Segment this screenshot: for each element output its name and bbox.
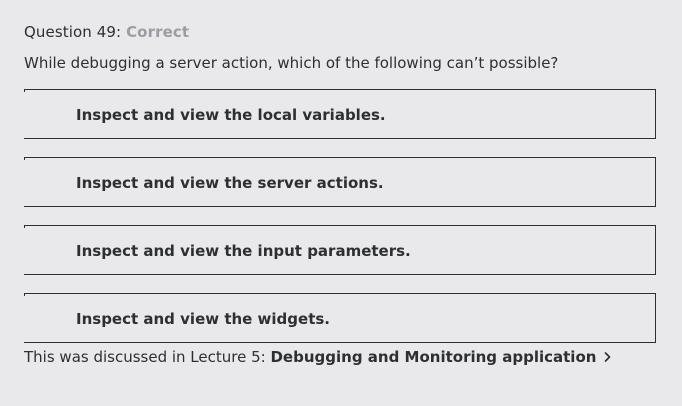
answer-option-label: Inspect and view the local variables. [76,106,386,124]
question-number: Question 49: [24,23,122,41]
answer-status: Correct [126,23,190,41]
chevron-right-icon [604,347,611,367]
answer-option-1[interactable]: Inspect and view the local variables. [23,89,656,139]
lecture-reference-prefix: This was discussed in Lecture 5: [24,348,266,366]
answer-option-3[interactable]: Inspect and view the input parameters. [23,225,656,275]
option-marker-area [23,228,67,274]
lecture-link-label: Debugging and Monitoring application [270,348,597,366]
lecture-link[interactable]: Debugging and Monitoring application [270,348,611,366]
option-marker-area [23,296,67,342]
answer-option-2[interactable]: Inspect and view the server actions. [23,157,656,207]
option-marker-area [23,160,67,206]
option-marker-area [23,92,67,138]
answer-option-label: Inspect and view the server actions. [76,174,384,192]
question-header: Question 49: Correct [24,22,189,42]
answer-option-label: Inspect and view the input parameters. [76,242,411,260]
question-prompt: While debugging a server action, which o… [24,54,559,72]
lecture-reference: This was discussed in Lecture 5: Debuggi… [24,347,611,367]
answer-option-4[interactable]: Inspect and view the widgets. [23,293,656,343]
answer-option-label: Inspect and view the widgets. [76,310,331,328]
